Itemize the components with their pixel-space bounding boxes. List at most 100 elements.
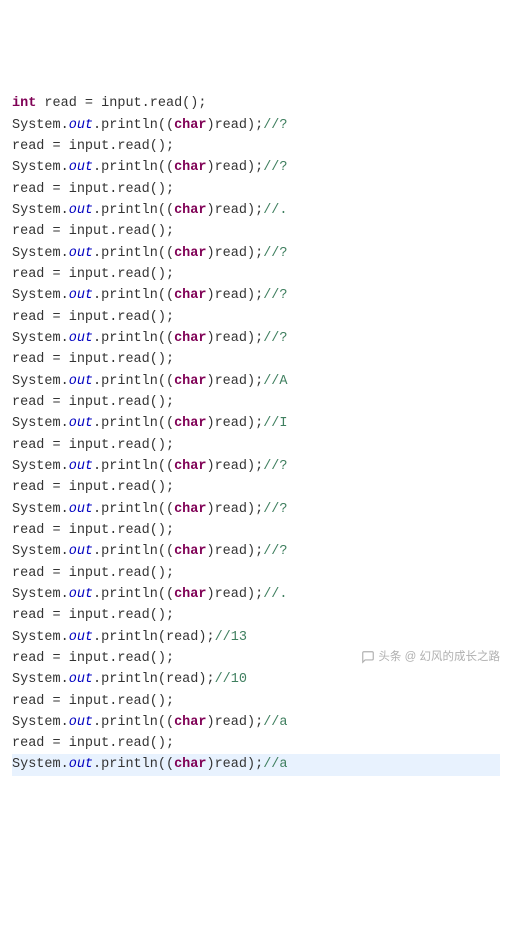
method-read: read (117, 736, 149, 751)
code-line: read = input.read(); (12, 733, 500, 754)
class-system: System (12, 416, 61, 431)
comment: //? (263, 160, 287, 175)
identifier-input: input (69, 523, 110, 538)
punct-cast-open: (( (158, 160, 174, 175)
operator-equals: = (44, 480, 68, 495)
method-read: read (117, 523, 149, 538)
identifier-input: input (69, 352, 110, 367)
operator-equals: = (44, 352, 68, 367)
identifier-input: input (69, 480, 110, 495)
punct-dot: . (61, 715, 69, 730)
code-line: System.out.println((char)read);//? (12, 328, 500, 349)
identifier-read: read (215, 416, 247, 431)
punct-cast-open: (( (158, 757, 174, 772)
operator-equals: = (44, 182, 68, 197)
keyword-char: char (174, 374, 206, 389)
punct-call-end: (); (182, 96, 206, 111)
code-line: System.out.println((char)read);//? (12, 541, 500, 562)
field-out: out (69, 544, 93, 559)
method-read: read (117, 608, 149, 623)
comment: //A (263, 374, 287, 389)
operator-equals: = (44, 694, 68, 709)
keyword-char: char (174, 160, 206, 175)
identifier-input: input (69, 566, 110, 581)
keyword-char: char (174, 288, 206, 303)
punct-call-end: (); (150, 608, 174, 623)
punct-end: ); (247, 502, 263, 517)
punct-cast-close: ) (206, 288, 214, 303)
punct-end: ); (247, 203, 263, 218)
method-read: read (117, 438, 149, 453)
identifier-input: input (69, 608, 110, 623)
code-line: System.out.println(read);//13 (12, 627, 500, 648)
identifier-read: read (12, 267, 44, 282)
method-read: read (117, 267, 149, 282)
operator-equals: = (44, 438, 68, 453)
method-println: println (101, 459, 158, 474)
punct-call-end: (); (150, 651, 174, 666)
class-system: System (12, 118, 61, 133)
code-line: System.out.println((char)read);//? (12, 285, 500, 306)
punct-dot: . (93, 757, 101, 772)
punct-call-end: (); (150, 694, 174, 709)
punct-dot: . (93, 203, 101, 218)
punct-cast-close: ) (206, 160, 214, 175)
identifier-input: input (69, 694, 110, 709)
identifier-read: read (12, 480, 44, 495)
identifier-input: input (69, 267, 110, 282)
field-out: out (69, 757, 93, 772)
punct-call-end: (); (150, 267, 174, 282)
method-read: read (117, 651, 149, 666)
identifier-input: input (69, 736, 110, 751)
code-line: read = input.read(); (12, 179, 500, 200)
punct-call-end: (); (150, 480, 174, 495)
punct-cast-open: (( (158, 416, 174, 431)
punct-cast-close: ) (206, 715, 214, 730)
punct-dot: . (61, 544, 69, 559)
keyword-char: char (174, 715, 206, 730)
punct-call-end: (); (150, 566, 174, 581)
code-line: read = input.read(); (12, 349, 500, 370)
punct-cast-open: (( (158, 246, 174, 261)
comment: //. (263, 587, 287, 602)
code-line: read = input.read(); (12, 392, 500, 413)
code-block: int read = input.read();System.out.print… (12, 93, 500, 776)
punct-dot: . (61, 118, 69, 133)
punct-cast-close: ) (206, 502, 214, 517)
field-out: out (69, 374, 93, 389)
keyword-int: int (12, 96, 36, 111)
punct-end: ); (247, 246, 263, 261)
identifier-read: read (44, 96, 76, 111)
method-read: read (117, 224, 149, 239)
identifier-read: read (12, 736, 44, 751)
class-system: System (12, 757, 61, 772)
keyword-char: char (174, 246, 206, 261)
class-system: System (12, 459, 61, 474)
identifier-read: read (215, 502, 247, 517)
code-line: System.out.println(read);//10 (12, 669, 500, 690)
code-line: System.out.println((char)read);//a (12, 712, 500, 733)
punct-cast-open: (( (158, 118, 174, 133)
comment: //? (263, 288, 287, 303)
operator-equals: = (44, 395, 68, 410)
comment: //13 (215, 630, 247, 645)
punct-cast-close: ) (206, 246, 214, 261)
code-line: System.out.println((char)read);//A (12, 371, 500, 392)
punct-dot: . (109, 736, 117, 751)
punct-dot: . (93, 587, 101, 602)
identifier-read: read (12, 694, 44, 709)
class-system: System (12, 544, 61, 559)
punct-dot: . (61, 757, 69, 772)
code-line: read = input.read(); (12, 221, 500, 242)
punct-end: ); (247, 587, 263, 602)
identifier-read: read (12, 139, 44, 154)
identifier-input: input (69, 224, 110, 239)
class-system: System (12, 715, 61, 730)
comment: //? (263, 502, 287, 517)
punct-call-end: (); (150, 395, 174, 410)
punct-lparen: ( (158, 672, 166, 687)
punct-end: ); (247, 416, 263, 431)
punct-end: ); (247, 331, 263, 346)
code-line: System.out.println((char)read);//? (12, 243, 500, 264)
field-out: out (69, 587, 93, 602)
